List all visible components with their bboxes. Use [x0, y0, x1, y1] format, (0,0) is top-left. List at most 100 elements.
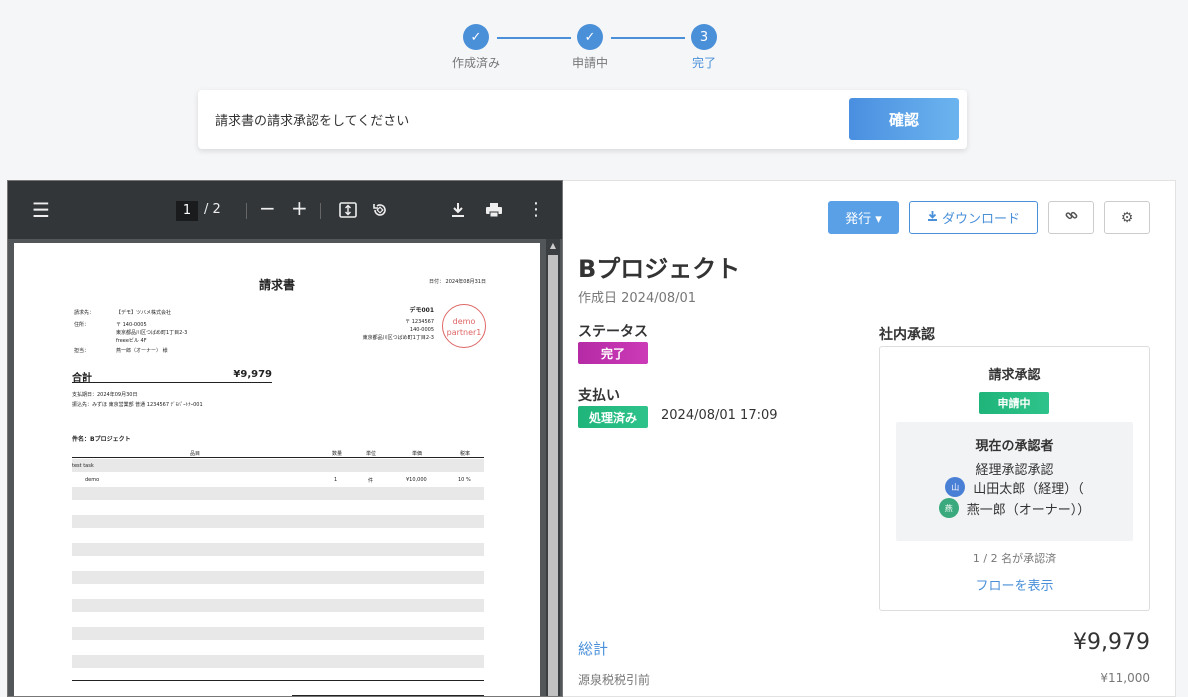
doc-table-bottom	[72, 680, 484, 681]
doc-addr-label: 住所：	[74, 322, 90, 328]
doc-person-value: 燕一郎（オーナー） 様	[116, 348, 168, 354]
doc-cell: demo	[85, 477, 100, 483]
issue-button[interactable]: 発行 ▾	[828, 201, 899, 234]
pdf-page: 請求書 日付： 2024年08月31日 請求先： 【デモ】ツバメ株式会社 住所：…	[14, 243, 540, 696]
avatar: 燕	[938, 498, 959, 518]
check-icon: ✓	[577, 24, 603, 50]
doc-total: 合計 ¥9,979	[72, 369, 272, 384]
doc-cell: 1	[334, 477, 338, 483]
toolbar-divider	[246, 203, 247, 219]
doc-cell: test task	[72, 463, 94, 469]
approver-group: 経理承認承認	[975, 463, 1054, 478]
doc-table-row: demo 1 件 ¥10,000 10 %	[72, 473, 484, 486]
approval-request-banner: 請求書の請求承認をしてください 確認	[198, 90, 967, 149]
doc-addr-line: 東京都品川区つばめ町1丁目2-3	[116, 330, 188, 336]
doc-col-header: 品目	[190, 451, 201, 457]
zoom-in-icon[interactable]: +	[291, 198, 308, 218]
step-label: 作成済み	[451, 56, 500, 70]
pdf-scrollbar[interactable]: ▲	[546, 239, 560, 696]
doc-cell: 件	[368, 478, 374, 484]
payment-date: 2024/08/01 17:09	[661, 408, 778, 423]
approval-card: 請求承認 申請中 現在の承認者 経理承認承認 山 山田太郎（経理）（ 燕 燕一郎…	[879, 346, 1150, 611]
doc-to-value: 【デモ】ツバメ株式会社	[116, 310, 172, 316]
pre-withholding-amount: ¥11,000	[1100, 671, 1150, 685]
fit-page-icon[interactable]	[339, 201, 357, 223]
doc-table-row	[72, 487, 484, 500]
print-icon[interactable]	[485, 201, 503, 223]
doc-table-row	[72, 599, 484, 612]
payment-label: 支払い	[578, 388, 620, 404]
stamp-line: partner1	[446, 328, 482, 337]
menu-icon[interactable]: ☰	[32, 200, 50, 220]
avatar: 山	[945, 477, 966, 497]
link-button[interactable]	[1048, 201, 1094, 234]
doc-table-row	[72, 571, 484, 584]
approval-title: 請求承認	[988, 368, 1041, 383]
doc-person-label: 担当：	[74, 348, 90, 354]
approver-item: 燕 燕一郎（オーナー））	[896, 498, 1133, 518]
approver-name: 山田太郎（経理）（	[973, 481, 1084, 497]
approval-status-badge: 申請中	[979, 392, 1049, 414]
banner-message: 請求書の請求承認をしてください	[215, 114, 410, 129]
step-applying: ✓ 申請中	[550, 24, 630, 71]
step-complete: 3 完了	[664, 24, 744, 71]
doc-due-date: 支払期日：2024年09月30日	[72, 392, 138, 398]
doc-table-row	[72, 627, 484, 640]
confirm-button[interactable]: 確認	[849, 98, 959, 140]
link-icon	[1065, 209, 1078, 226]
doc-table-row	[72, 515, 484, 528]
download-label: ダウンロード	[941, 212, 1020, 227]
scroll-up-icon[interactable]: ▲	[548, 241, 558, 251]
doc-cell: 10 %	[458, 477, 471, 483]
pdf-toolbar: ☰ 1 / 2 − + ⋮	[8, 181, 562, 239]
doc-issuer-line: 〒 1234567	[405, 319, 434, 325]
download-icon	[927, 210, 938, 226]
company-stamp: demo partner1	[442, 304, 486, 348]
doc-table-row	[72, 655, 484, 668]
toolbar-divider	[320, 203, 321, 219]
page-total: / 2	[204, 202, 221, 217]
step-number: 3	[691, 24, 717, 50]
progress-stepper: ✓ 作成済み ✓ 申請中 3 完了	[440, 24, 740, 74]
doc-issuer-line: 東京都品川区つばめ町1丁目2-3	[362, 335, 434, 341]
current-approver-box: 現在の承認者 経理承認承認 山 山田太郎（経理）（ 燕 燕一郎（オーナー））	[896, 422, 1133, 541]
pdf-viewer: ☰ 1 / 2 − + ⋮ 請求書 日付： 2024年08月31日 請求先： 【…	[7, 180, 563, 697]
zoom-out-icon[interactable]: −	[259, 198, 276, 218]
step-created: ✓ 作成済み	[436, 24, 516, 71]
doc-subject: 件名：Bプロジェクト	[72, 436, 131, 443]
doc-addr-line: freeeビル 4F	[116, 338, 147, 344]
status-badge: 完了	[578, 342, 648, 364]
total-label[interactable]: 総計	[578, 638, 608, 659]
show-flow-link[interactable]: フローを表示	[880, 575, 1149, 594]
doc-col-header: 単価	[412, 451, 423, 457]
gear-icon: ⚙	[1120, 209, 1134, 226]
invoice-detail-panel: 発行 ▾ ダウンロード ⚙ Bプロジェクト 作成日 2024/08/01 ステー…	[563, 180, 1176, 697]
download-button[interactable]: ダウンロード	[909, 201, 1038, 234]
approval-count: 1 / 2 名が承認済	[972, 552, 1057, 565]
total-amount: ¥9,979	[1073, 630, 1150, 655]
doc-addr-line: 〒 140-0005	[116, 322, 147, 328]
scrollbar-thumb[interactable]	[548, 255, 558, 696]
internal-approval-label: 社内承認	[879, 327, 935, 343]
page-number-input[interactable]: 1	[176, 201, 198, 221]
more-options-icon[interactable]: ⋮	[527, 201, 545, 219]
doc-bank: 振込先：みずほ 東京営業部 普通 1234567 ﾃﾞﾓﾊﾟｰﾄﾅｰ001	[72, 402, 203, 408]
created-date: 作成日 2024/08/01	[578, 291, 697, 306]
doc-cell: ¥10,000	[406, 477, 427, 483]
doc-date: 日付： 2024年08月31日	[428, 279, 486, 285]
doc-col-header: 数量	[332, 451, 343, 457]
project-title: Bプロジェクト	[578, 255, 741, 283]
doc-title: 請求書	[259, 278, 296, 292]
settings-button[interactable]: ⚙	[1104, 201, 1150, 234]
current-approver-title: 現在の承認者	[975, 439, 1054, 454]
doc-col-header: 単位	[366, 451, 377, 457]
doc-col-header: 税率	[460, 451, 471, 457]
payment-badge: 処理済み	[578, 406, 648, 428]
step-label: 完了	[691, 56, 716, 70]
doc-total-value: ¥9,979	[233, 369, 272, 380]
approver-name: 燕一郎（オーナー））	[966, 502, 1091, 518]
doc-issuer-line: 140-0005	[409, 327, 434, 333]
doc-table-header: 品目 数量 単位 単価 税率	[72, 449, 484, 458]
download-icon[interactable]	[450, 201, 466, 223]
rotate-icon[interactable]	[371, 201, 389, 223]
